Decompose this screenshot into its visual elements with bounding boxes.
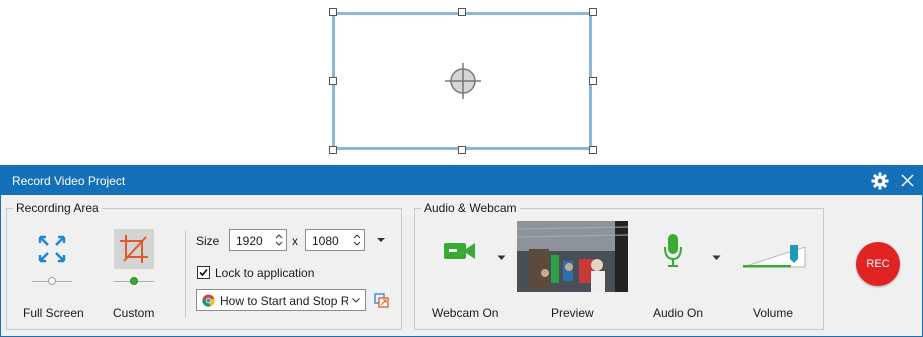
close-icon[interactable] (901, 174, 914, 187)
spin-arrows-icon[interactable] (352, 231, 362, 249)
expand-arrows-icon (38, 235, 66, 263)
audio-on-label: Audio On (653, 306, 704, 320)
audio-webcam-label: Audio & Webcam (421, 201, 520, 215)
webcam-preview-image[interactable] (517, 221, 628, 292)
divider (185, 231, 186, 317)
crosshair-move-icon[interactable] (443, 61, 483, 101)
resize-handle-top-left[interactable] (329, 8, 337, 16)
microphone-icon[interactable] (663, 233, 683, 269)
resize-handle-top-right[interactable] (589, 8, 597, 16)
title-bar: Record Video Project (1, 166, 922, 195)
width-value: 1920 (236, 234, 263, 248)
audio-options-dropdown-icon[interactable] (712, 255, 721, 261)
volume-slider[interactable] (741, 243, 807, 271)
chevron-down-icon (352, 298, 360, 303)
record-video-panel: Record Video Project Recording Area Full… (0, 165, 923, 337)
volume-label: Volume (753, 306, 794, 320)
select-window-icon[interactable] (374, 293, 390, 309)
size-preset-dropdown-icon[interactable] (376, 237, 386, 243)
gear-icon[interactable] (871, 172, 889, 190)
record-button[interactable]: REC (856, 242, 900, 286)
resize-handle-top[interactable] (458, 8, 466, 16)
custom-radio-indicator[interactable] (130, 277, 138, 285)
application-dropdown-value: How to Start and Stop Re (220, 294, 348, 308)
height-value: 1080 (312, 234, 339, 248)
size-label: Size (196, 234, 220, 248)
recording-area-label: Recording Area (13, 201, 102, 215)
resize-handle-bottom-left[interactable] (329, 146, 337, 154)
crop-icon (120, 235, 148, 263)
preview-label: Preview (551, 306, 594, 320)
webcam-icon[interactable] (443, 239, 477, 263)
spin-arrows-icon[interactable] (274, 231, 284, 249)
application-dropdown[interactable]: How to Start and Stop Re (196, 289, 366, 311)
width-spinbox[interactable]: 1920 (229, 229, 287, 251)
full-screen-button[interactable] (32, 229, 72, 269)
chrome-icon (202, 294, 215, 307)
resize-handle-left[interactable] (329, 77, 337, 85)
custom-area-button[interactable] (114, 229, 154, 269)
resize-handle-right[interactable] (589, 77, 597, 85)
webcam-on-label: Webcam On (432, 306, 499, 320)
height-spinbox[interactable]: 1080 (305, 229, 365, 251)
resize-handle-bottom-right[interactable] (589, 146, 597, 154)
window-title: Record Video Project (12, 174, 126, 188)
webcam-options-dropdown-icon[interactable] (497, 255, 506, 261)
recording-area-group: Recording Area Full Screen Custom Size 1… (6, 201, 402, 330)
full-screen-label: Full Screen (23, 306, 84, 320)
checkmark-icon (199, 268, 208, 277)
audio-webcam-group: Audio & Webcam Webcam On Preview Audio O… (414, 201, 824, 330)
full-screen-radio-indicator[interactable] (48, 277, 56, 285)
lock-to-application-label: Lock to application (215, 266, 315, 280)
lock-to-application-checkbox[interactable] (197, 266, 210, 279)
resize-handle-bottom[interactable] (458, 146, 466, 154)
custom-label: Custom (113, 306, 155, 320)
size-x-separator: x (292, 234, 298, 248)
